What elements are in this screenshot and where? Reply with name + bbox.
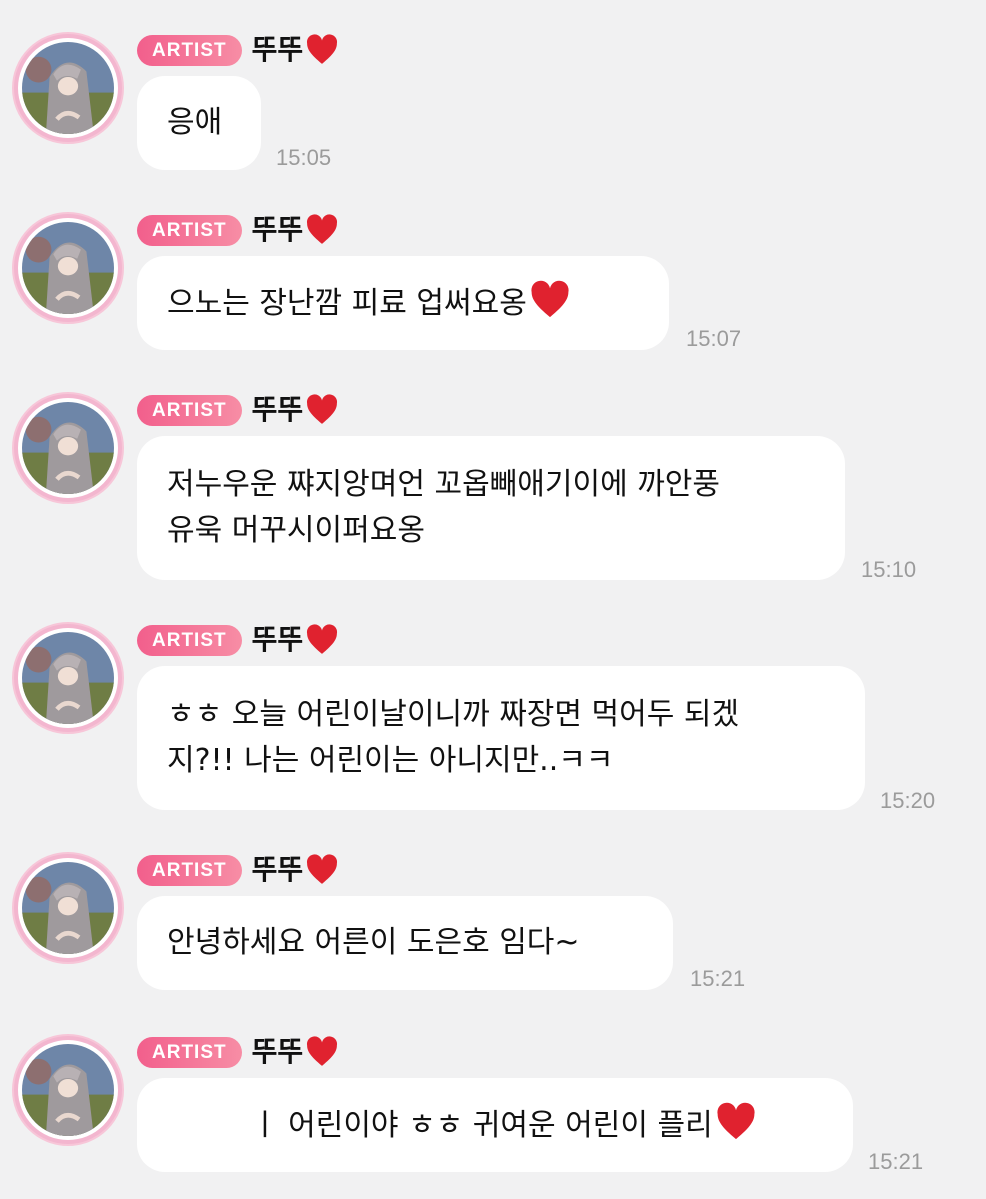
sender-name[interactable]: 뚜뚜 [252,852,340,888]
red-heart-icon [307,1036,338,1066]
avatar[interactable] [12,32,124,144]
chat-message: ARTIST 뚜뚜 으노는 장난깜 피료 업써요옹 15:07 [0,212,986,362]
sender-row: ARTIST 뚜뚜 [137,622,339,658]
message-time: 15:20 [880,788,936,813]
sender-row: ARTIST 뚜뚜 [137,852,339,888]
artist-badge: ARTIST [137,34,242,66]
message-text: 저누우운 쨔지앙며언 꼬옵빼애기이에 까안풍 유욱 머꾸시이퍼요옹 [167,467,721,548]
message-bubble[interactable]: ㅣ 어린이야 ㅎㅎ 귀여운 어린이 플리 [137,1078,853,1172]
profile-avatar-icon [22,1044,114,1136]
sender-row: ARTIST 뚜뚜 [137,32,339,68]
chat-thread: ARTIST 뚜뚜 응애 15:05 ARTIST 뚜뚜 으노는 장난깜 피료 … [0,0,986,1199]
message-bubble[interactable]: 저누우운 쨔지앙며언 꼬옵빼애기이에 까안풍 유욱 머꾸시이퍼요옹 [137,436,845,580]
chat-message: ARTIST 뚜뚜 ㅎㅎ 오늘 어린이날이니까 짜장면 먹어두 되겠 지?!! … [0,622,986,822]
profile-avatar-icon [22,862,114,954]
sender-name[interactable]: 뚜뚜 [252,32,340,68]
message-text: 으노는 장난깜 피료 업써요옹 [167,286,527,321]
profile-avatar-icon [22,222,114,314]
message-text: 안녕하세요 어른이 도은호 임다~ [167,925,580,960]
message-text: 응애 [167,105,223,140]
red-heart-icon [307,624,338,654]
message-time: 15:21 [868,1149,924,1174]
sender-row: ARTIST 뚜뚜 [137,212,339,248]
artist-badge: ARTIST [137,214,242,246]
message-time: 15:05 [276,145,332,170]
avatar[interactable] [12,212,124,324]
avatar[interactable] [12,392,124,504]
profile-avatar-icon [22,402,114,494]
artist-badge: ARTIST [137,1036,242,1068]
message-time: 15:21 [690,966,746,991]
artist-badge: ARTIST [137,624,242,656]
red-heart-icon [717,1102,755,1140]
avatar[interactable] [12,852,124,964]
sender-name[interactable]: 뚜뚜 [252,1034,340,1070]
red-heart-icon [307,854,338,884]
chat-message: ARTIST 뚜뚜 응애 15:05 [0,32,986,182]
message-bubble[interactable]: ㅎㅎ 오늘 어린이날이니까 짜장면 먹어두 되겠 지?!! 나는 어린이는 아니… [137,666,865,810]
message-time: 15:10 [861,557,917,582]
red-heart-icon [307,34,338,64]
message-text: ㅎㅎ 오늘 어린이날이니까 짜장면 먹어두 되겠 지?!! 나는 어린이는 아니… [167,697,740,778]
red-heart-icon [307,394,338,424]
avatar[interactable] [12,622,124,734]
message-bubble[interactable]: 으노는 장난깜 피료 업써요옹 [137,256,669,350]
message-bubble[interactable]: 안녕하세요 어른이 도은호 임다~ [137,896,673,990]
artist-badge: ARTIST [137,394,242,426]
red-heart-icon [307,214,338,244]
message-time: 15:07 [686,326,742,351]
profile-avatar-icon [22,632,114,724]
message-bubble[interactable]: 응애 [137,76,261,170]
sender-row: ARTIST 뚜뚜 [137,1034,339,1070]
artist-badge: ARTIST [137,854,242,886]
sender-name[interactable]: 뚜뚜 [252,212,340,248]
red-heart-icon [531,280,569,318]
sender-name[interactable]: 뚜뚜 [252,622,340,658]
sender-name[interactable]: 뚜뚜 [252,392,340,428]
message-text: ㅣ 어린이야 ㅎㅎ 귀여운 어린이 플리 [251,1108,713,1143]
chat-message: ARTIST 뚜뚜 ㅣ 어린이야 ㅎㅎ 귀여운 어린이 플리 15:21 [0,1034,986,1194]
avatar[interactable] [12,1034,124,1146]
chat-message: ARTIST 뚜뚜 저누우운 쨔지앙며언 꼬옵빼애기이에 까안풍 유욱 머꾸시이… [0,392,986,592]
chat-message: ARTIST 뚜뚜 안녕하세요 어른이 도은호 임다~ 15:21 [0,852,986,1002]
sender-row: ARTIST 뚜뚜 [137,392,339,428]
profile-avatar-icon [22,42,114,134]
